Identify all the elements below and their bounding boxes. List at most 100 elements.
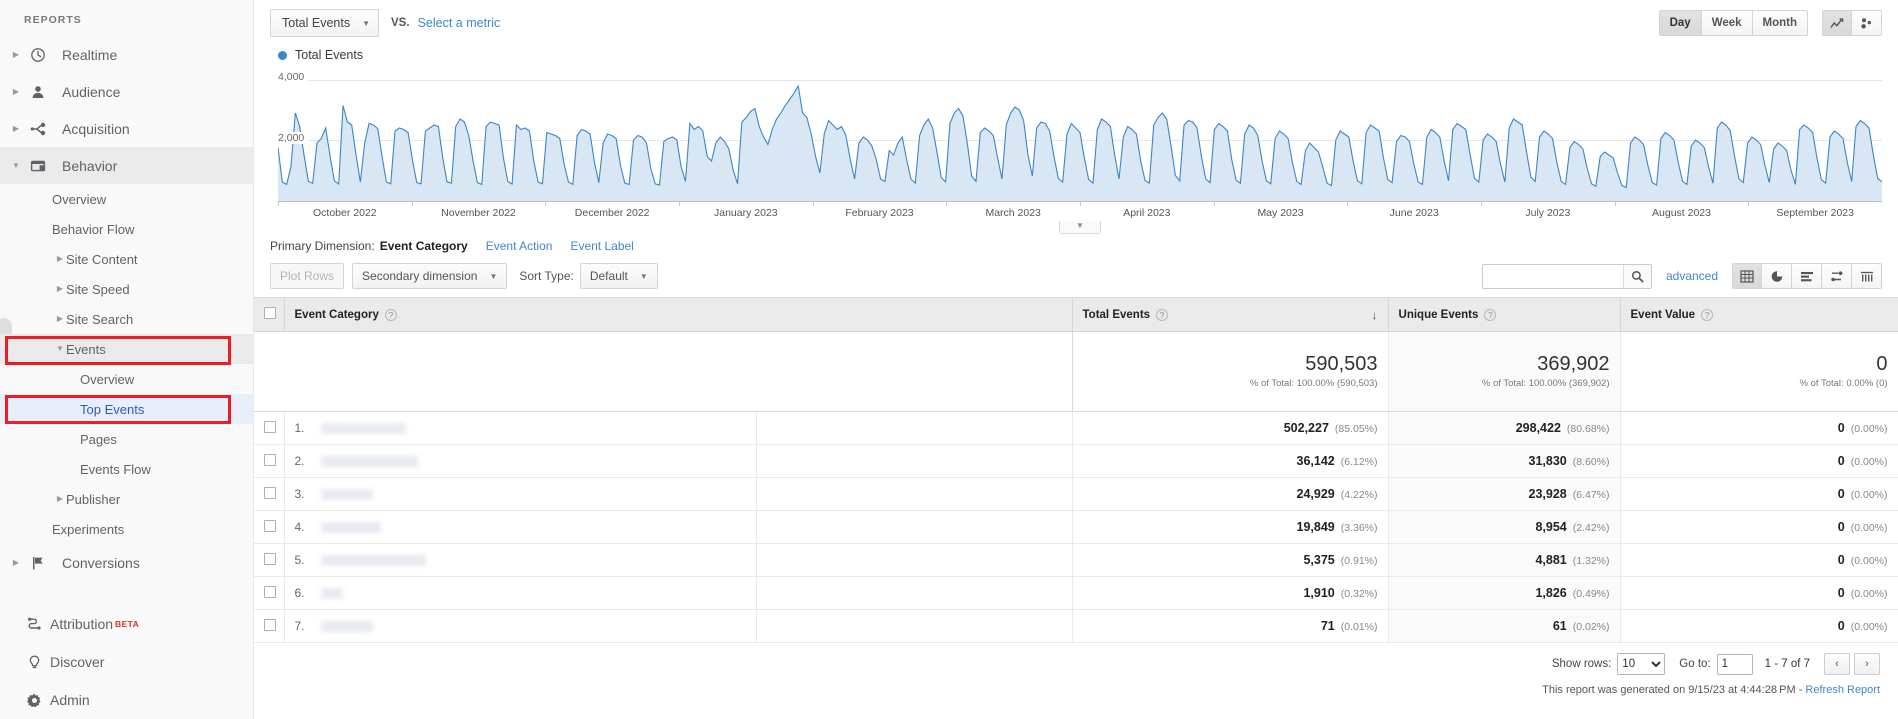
granularity-day[interactable]: Day — [1658, 10, 1702, 36]
event-category-cell[interactable]: 3. — [284, 477, 757, 511]
search-box[interactable] — [1481, 263, 1652, 289]
chart-plot-area[interactable]: 4,000 2,000 — [278, 66, 1883, 201]
table-view-icon[interactable] — [1732, 263, 1763, 289]
help-icon[interactable]: ? — [1156, 308, 1169, 321]
table-row[interactable]: 4.19,849(3.36%)8,954(2.42%)0(0.00%)0.00 — [254, 510, 1898, 544]
sidebar-item-conversions[interactable]: ▶ Conversions — [0, 544, 253, 581]
x-tick-mark — [411, 202, 413, 206]
row-checkbox[interactable] — [264, 453, 276, 466]
granularity-month[interactable]: Month — [1752, 10, 1809, 36]
sidebar-item-label: Top Events — [80, 401, 145, 417]
summary-spacer-2 — [284, 331, 1073, 412]
show-rows-select[interactable]: 10255010025050010005000 — [1617, 653, 1666, 675]
table-row[interactable]: 3.24,929(4.22%)23,928(6.47%)0(0.00%)0.00 — [254, 477, 1898, 511]
pivot-view-icon[interactable] — [1852, 263, 1883, 289]
chart-line-svg — [278, 66, 1883, 201]
sidebar-item-site-speed[interactable]: ▶ Site Speed — [0, 274, 253, 304]
dimension-event-label[interactable]: Event Label — [570, 239, 633, 253]
sidebar-item-behavior-flow[interactable]: Behavior Flow — [0, 214, 253, 244]
refresh-report-link[interactable]: Refresh Report — [1805, 684, 1880, 696]
table-row[interactable]: 5.5,375(0.91%)4,881(1.32%)0(0.00%)0.00 — [254, 543, 1898, 577]
help-icon[interactable]: ? — [384, 308, 397, 321]
sidebar-item-events[interactable]: ▼ Events — [0, 334, 253, 364]
sidebar-item-site-content[interactable]: ▶ Site Content — [0, 244, 253, 274]
event-category-cell[interactable]: 4. — [284, 510, 757, 544]
search-input[interactable] — [1482, 264, 1623, 288]
column-header-unique-events[interactable]: Unique Events ? — [1388, 297, 1621, 332]
select-a-metric-link[interactable]: Select a metric — [418, 16, 501, 30]
sidebar-item-experiments[interactable]: Experiments — [0, 514, 253, 544]
row-select-cell[interactable] — [254, 510, 285, 544]
sidebar-item-admin[interactable]: Admin — [0, 681, 253, 719]
x-tick-label: February 2023 — [845, 207, 914, 219]
sidebar-item-audience[interactable]: ▶ Audience — [0, 73, 253, 110]
sidebar-item-publisher[interactable]: ▶ Publisher — [0, 484, 253, 514]
event-category-cell[interactable]: 6. — [284, 576, 757, 610]
dimension-event-action[interactable]: Event Action — [486, 239, 553, 253]
column-header-event-category[interactable]: Event Category ? — [284, 297, 1073, 332]
comparison-view-icon[interactable] — [1822, 263, 1853, 289]
sidebar-item-acquisition[interactable]: ▶ Acquisition — [0, 110, 253, 147]
event-category-cell[interactable]: 1. — [284, 411, 757, 445]
advanced-link[interactable]: advanced — [1666, 269, 1718, 283]
row-checkbox[interactable] — [264, 585, 276, 598]
line-chart-icon[interactable] — [1822, 10, 1853, 36]
select-all-header[interactable] — [254, 297, 285, 332]
next-page-button[interactable]: › — [1854, 653, 1881, 675]
row-select-cell[interactable] — [254, 609, 285, 643]
row-select-cell[interactable] — [254, 444, 285, 478]
row-checkbox[interactable] — [264, 420, 276, 433]
scatter-chart-icon[interactable] — [1852, 10, 1883, 36]
row-checkbox[interactable] — [264, 486, 276, 499]
row-select-cell[interactable] — [254, 543, 285, 577]
table-row[interactable]: 1. 502,227 (85.05%) 298,422 (80.68%) 0 (0.00%)… — [254, 411, 1898, 445]
pie-view-icon[interactable] — [1762, 263, 1793, 289]
sidebar-item-discover[interactable]: Discover — [0, 643, 253, 681]
table-header-row: Event Category ? Total Events ? ↓ Unique… — [254, 297, 1898, 332]
select-all-checkbox[interactable] — [264, 307, 276, 319]
primary-dimension-label: Primary Dimension: — [270, 239, 375, 253]
row-select-cell[interactable] — [254, 411, 285, 445]
summary-value: 369,902 — [1537, 353, 1610, 375]
sort-type-select[interactable]: Default ▼ — [579, 263, 658, 289]
event-value-value: 0 — [1837, 454, 1845, 468]
collapse-chart-button[interactable]: ▼ — [1059, 221, 1101, 234]
sidebar-item-site-search[interactable]: ▶ Site Search — [0, 304, 253, 334]
table-row[interactable]: 7.71(0.01%)61(0.02%)0(0.00%)0.00 — [254, 609, 1898, 643]
row-select-cell[interactable] — [254, 477, 285, 511]
search-icon[interactable] — [1622, 264, 1651, 288]
event-value-pct: (0.00%) — [1850, 588, 1888, 600]
total-events-value: 502,227 — [1283, 421, 1329, 435]
metric-selector[interactable]: Total Events ▼ — [270, 9, 380, 37]
granularity-week[interactable]: Week — [1701, 10, 1753, 36]
sidebar-item-realtime[interactable]: ▶ Realtime — [0, 36, 253, 73]
goto-input[interactable] — [1716, 653, 1753, 675]
row-select-cell[interactable] — [254, 576, 285, 610]
event-category-cell[interactable]: 2. — [284, 444, 757, 478]
secondary-dimension-button[interactable]: Secondary dimension ▼ — [352, 263, 508, 289]
previous-page-button[interactable]: ‹ — [1824, 653, 1851, 675]
row-checkbox[interactable] — [264, 552, 276, 565]
summary-spacer — [254, 331, 284, 412]
plot-rows-button[interactable]: Plot Rows — [270, 263, 345, 289]
sidebar-item-events-pages[interactable]: Pages — [0, 424, 253, 454]
column-header-event-value[interactable]: Event Value ? — [1620, 297, 1898, 332]
sidebar-item-top-events[interactable]: Top Events — [0, 394, 253, 424]
bar-view-icon[interactable] — [1792, 263, 1823, 289]
total-events-value: 5,375 — [1303, 553, 1335, 567]
column-header-total-events[interactable]: Total Events ? ↓ — [1072, 297, 1389, 332]
sidebar-item-behavior[interactable]: ▼ Behavior — [0, 147, 253, 184]
table-row[interactable]: 2.36,142(6.12%)31,830(8.60%)0(0.00%)0.00 — [254, 444, 1898, 478]
table-row[interactable]: 6.1,910(0.32%)1,826(0.49%)0(0.00%)0.00 — [254, 576, 1898, 610]
row-checkbox[interactable] — [264, 618, 276, 631]
sidebar-item-events-overview[interactable]: Overview — [0, 364, 253, 394]
sidebar-item-attribution[interactable]: Attribution BETA — [0, 605, 253, 643]
event-value-pct: (0.00%) — [1850, 423, 1888, 435]
event-category-cell[interactable]: 5. — [284, 543, 757, 577]
sidebar-item-behavior-overview[interactable]: Overview — [0, 184, 253, 214]
help-icon[interactable]: ? — [1484, 308, 1497, 321]
row-checkbox[interactable] — [264, 519, 276, 532]
sidebar-item-events-flow[interactable]: Events Flow — [0, 454, 253, 484]
help-icon[interactable]: ? — [1701, 308, 1714, 321]
event-category-cell[interactable]: 7. — [284, 609, 757, 643]
